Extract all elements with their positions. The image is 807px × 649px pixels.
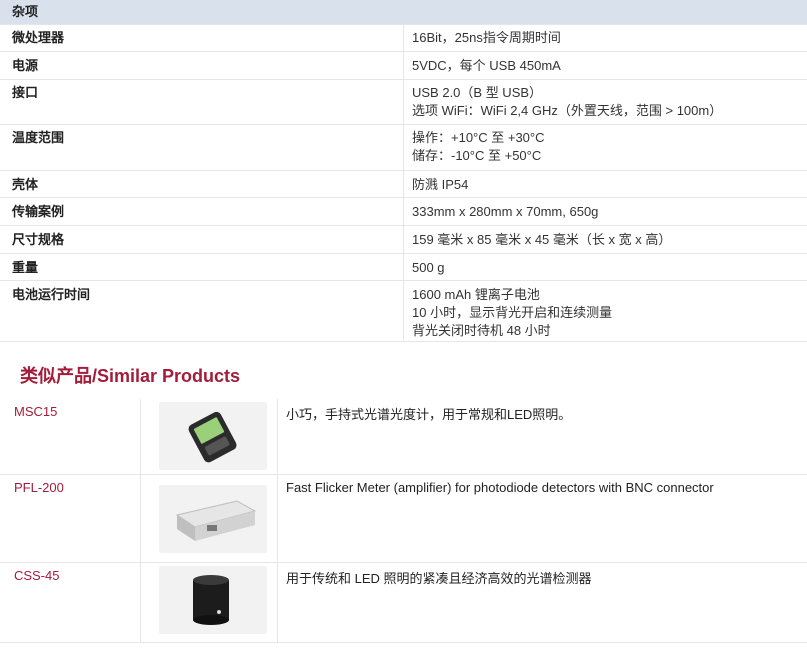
spec-value-line: 操作：+10°C 至 +30°C [412, 130, 545, 145]
spec-label: 壳体 [0, 170, 404, 198]
spec-value: 5VDC，每个 USB 450mA [403, 51, 807, 80]
spec-value-line: 背光关闭时待机 48 小时 [412, 323, 551, 338]
product-description: Fast Flicker Meter (amplifier) for photo… [277, 474, 807, 563]
similar-products-table: MSC15 小巧，手持式光谱光度计，用于常规和LED照明。 PFL-200 Fa… [0, 399, 807, 643]
spec-value-line: 1600 mAh 锂离子电池 [412, 287, 540, 302]
spec-label: 微处理器 [0, 24, 404, 52]
product-image-cell [140, 399, 278, 475]
spec-value-line: 5VDC，每个 USB 450mA [412, 58, 561, 73]
product-row: CSS-45 用于传统和 LED 照明的紧凑且经济高效的光谱检测器 [0, 562, 807, 643]
spec-label: 电池运行时间 [0, 280, 404, 342]
spec-value: 16Bit，25ns指令周期时间 [403, 24, 807, 52]
product-code[interactable]: MSC15 [14, 404, 57, 419]
spec-value-line: 16Bit，25ns指令周期时间 [412, 30, 561, 45]
spec-label: 电源 [0, 51, 404, 80]
spec-value: 操作：+10°C 至 +30°C 储存：-10°C 至 +50°C [403, 124, 807, 171]
spec-row-microprocessor: 微处理器 16Bit，25ns指令周期时间 [0, 24, 807, 52]
spec-value: USB 2.0（B 型 USB） 选项 WiFi：WiFi 2,4 GHz（外置… [403, 79, 807, 125]
cylindrical-detector-icon[interactable] [159, 565, 267, 634]
spec-row-temperature: 温度范围 操作：+10°C 至 +30°C 储存：-10°C 至 +50°C [0, 124, 807, 171]
specs-section-header-row: 杂项 [0, 0, 807, 25]
flicker-amplifier-box-icon[interactable] [159, 484, 267, 553]
product-row: PFL-200 Fast Flicker Meter (amplifier) f… [0, 474, 807, 563]
spec-value-line: 10 小时，显示背光开启和连续测量 [412, 305, 613, 320]
product-code-link[interactable]: PFL-200 [0, 474, 141, 563]
product-code-link[interactable]: CSS-45 [0, 562, 141, 643]
spec-row-interface: 接口 USB 2.0（B 型 USB） 选项 WiFi：WiFi 2,4 GHz… [0, 79, 807, 125]
spec-label: 传输案例 [0, 197, 404, 226]
spec-value-line: 159 毫米 x 85 毫米 x 45 毫米（长 x 宽 x 高） [412, 232, 672, 247]
spec-row-battery: 电池运行时间 1600 mAh 锂离子电池 10 小时，显示背光开启和连续测量 … [0, 280, 807, 342]
spec-value: 1600 mAh 锂离子电池 10 小时，显示背光开启和连续测量 背光关闭时待机… [403, 280, 807, 342]
spec-label: 温度范围 [0, 124, 404, 171]
spec-row-housing: 壳体 防溅 IP54 [0, 170, 807, 198]
spec-value-line: 选项 WiFi：WiFi 2,4 GHz（外置天线，范围 > 100m） [412, 103, 723, 118]
spec-value-line: 储存：-10°C 至 +50°C [412, 148, 542, 163]
product-code[interactable]: CSS-45 [14, 568, 60, 583]
product-code[interactable]: PFL-200 [14, 480, 64, 495]
specs-table: 杂项 微处理器 16Bit，25ns指令周期时间 电源 5VDC，每个 USB … [0, 0, 807, 342]
spec-row-power: 电源 5VDC，每个 USB 450mA [0, 51, 807, 80]
spec-value: 333mm x 280mm x 70mm, 650g [403, 197, 807, 226]
handheld-meter-icon[interactable] [159, 402, 267, 470]
spec-value-line: 500 g [412, 260, 445, 275]
spec-value: 159 毫米 x 85 毫米 x 45 毫米（长 x 宽 x 高） [403, 225, 807, 254]
spec-value-line: USB 2.0（B 型 USB） [412, 85, 543, 100]
product-image-cell [140, 474, 278, 563]
spec-value: 500 g [403, 253, 807, 281]
spec-label: 尺寸规格 [0, 225, 404, 254]
spec-row-case: 传输案例 333mm x 280mm x 70mm, 650g [0, 197, 807, 226]
product-image-cell [140, 562, 278, 643]
spec-label: 接口 [0, 79, 404, 125]
spec-value-line: 333mm x 280mm x 70mm, 650g [412, 204, 599, 219]
specs-section-header: 杂项 [0, 0, 807, 25]
spec-label: 重量 [0, 253, 404, 281]
product-code-link[interactable]: MSC15 [0, 399, 141, 475]
product-description: 小巧，手持式光谱光度计，用于常规和LED照明。 [277, 399, 807, 475]
spec-value: 防溅 IP54 [403, 170, 807, 198]
similar-products-title: 类似产品/Similar Products [20, 366, 241, 386]
spec-row-dimensions: 尺寸规格 159 毫米 x 85 毫米 x 45 毫米（长 x 宽 x 高） [0, 225, 807, 254]
product-description: 用于传统和 LED 照明的紧凑且经济高效的光谱检测器 [277, 562, 807, 643]
spec-value-line: 防溅 IP54 [412, 177, 469, 192]
product-row: MSC15 小巧，手持式光谱光度计，用于常规和LED照明。 [0, 399, 807, 475]
spec-row-weight: 重量 500 g [0, 253, 807, 281]
